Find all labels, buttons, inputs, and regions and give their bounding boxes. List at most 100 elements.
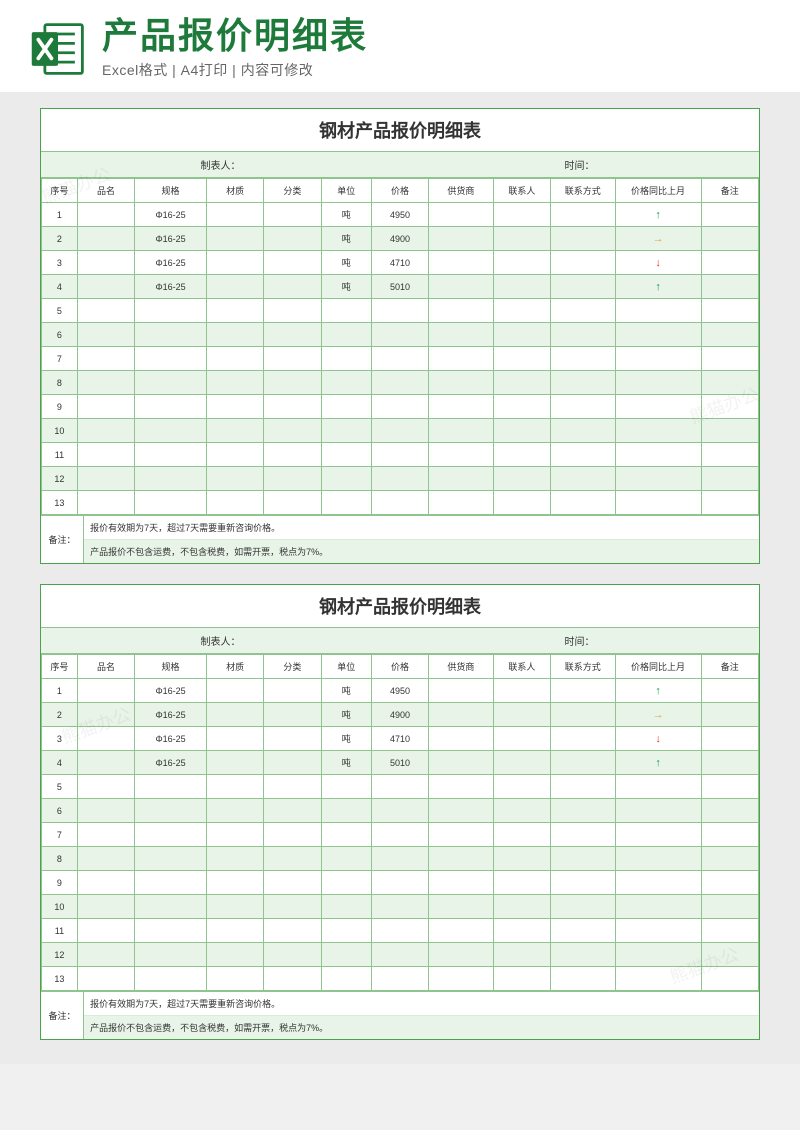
cell-spec	[135, 775, 207, 799]
cell-unit	[321, 775, 371, 799]
col-cat: 分类	[264, 179, 321, 203]
cell-trend: →	[615, 227, 701, 251]
cell-note	[701, 419, 758, 443]
cell-seq: 7	[42, 347, 78, 371]
cell-trend	[615, 371, 701, 395]
cell-cat	[264, 799, 321, 823]
col-seq: 序号	[42, 655, 78, 679]
notes-label: 备注：	[41, 516, 84, 563]
cell-phone	[551, 943, 616, 967]
cell-mat	[206, 491, 263, 515]
cell-trend	[615, 895, 701, 919]
cell-price: 4710	[371, 727, 428, 751]
cell-cat	[264, 967, 321, 991]
cell-cat	[264, 727, 321, 751]
cell-contact	[493, 799, 550, 823]
trend-up-icon: ↑	[655, 685, 661, 697]
cell-price: 4950	[371, 203, 428, 227]
cell-supp	[429, 847, 494, 871]
cell-supp	[429, 467, 494, 491]
col-unit: 单位	[321, 179, 371, 203]
cell-trend	[615, 919, 701, 943]
cell-unit	[321, 799, 371, 823]
cell-note	[701, 727, 758, 751]
col-spec: 规格	[135, 655, 207, 679]
quotation-sheet: 钢材产品报价明细表 制表人： 时间： 序号 品名 规格 材质 分类 单位 价格 …	[40, 584, 760, 1040]
table-row: 13	[42, 491, 759, 515]
cell-supp	[429, 727, 494, 751]
cell-unit	[321, 491, 371, 515]
cell-phone	[551, 775, 616, 799]
cell-contact	[493, 323, 550, 347]
cell-seq: 7	[42, 823, 78, 847]
cell-mat	[206, 323, 263, 347]
cell-cat	[264, 847, 321, 871]
col-price: 价格	[371, 179, 428, 203]
notes-section: 备注： 报价有效期为7天，超过7天需要重新咨询价格。产品报价不包含运费，不包含税…	[41, 515, 759, 563]
cell-spec	[135, 799, 207, 823]
table-row: 9	[42, 871, 759, 895]
cell-price	[371, 371, 428, 395]
cell-cat	[264, 775, 321, 799]
cell-phone	[551, 871, 616, 895]
table-row: 3 Φ16-25 吨 4710 ↓	[42, 251, 759, 275]
cell-supp	[429, 919, 494, 943]
excel-icon	[28, 19, 88, 79]
cell-contact	[493, 775, 550, 799]
cell-unit: 吨	[321, 227, 371, 251]
note-line: 产品报价不包含运费，不包含税费，如需开票，税点为7%。	[84, 1016, 759, 1039]
cell-contact	[493, 679, 550, 703]
cell-unit	[321, 967, 371, 991]
cell-phone	[551, 491, 616, 515]
cell-note	[701, 491, 758, 515]
cell-mat	[206, 395, 263, 419]
cell-seq: 12	[42, 943, 78, 967]
cell-supp	[429, 203, 494, 227]
cell-contact	[493, 871, 550, 895]
page-preview-area: 熊猫办公 熊猫办公 熊猫办公 熊猫办公 钢材产品报价明细表 制表人： 时间： 序…	[0, 92, 800, 1064]
cell-cat	[264, 251, 321, 275]
cell-mat	[206, 871, 263, 895]
cell-trend	[615, 775, 701, 799]
cell-unit	[321, 323, 371, 347]
cell-unit: 吨	[321, 251, 371, 275]
cell-mat	[206, 775, 263, 799]
cell-spec	[135, 967, 207, 991]
cell-name	[77, 227, 134, 251]
cell-mat	[206, 347, 263, 371]
cell-contact	[493, 443, 550, 467]
cell-name	[77, 347, 134, 371]
cell-name	[77, 871, 134, 895]
sub-print: A4打印	[181, 62, 228, 78]
cell-mat	[206, 967, 263, 991]
template-header: 产品报价明细表 Excel格式 | A4打印 | 内容可修改	[0, 0, 800, 92]
cell-supp	[429, 275, 494, 299]
cell-spec: Φ16-25	[135, 727, 207, 751]
cell-spec: Φ16-25	[135, 227, 207, 251]
table-row: 3 Φ16-25 吨 4710 ↓	[42, 727, 759, 751]
cell-price	[371, 347, 428, 371]
cell-price	[371, 443, 428, 467]
cell-price	[371, 775, 428, 799]
table-row: 8	[42, 371, 759, 395]
cell-supp	[429, 799, 494, 823]
cell-mat	[206, 467, 263, 491]
cell-price	[371, 299, 428, 323]
cell-phone	[551, 323, 616, 347]
cell-unit	[321, 419, 371, 443]
cell-supp	[429, 871, 494, 895]
cell-contact	[493, 943, 550, 967]
cell-contact	[493, 347, 550, 371]
col-supp: 供货商	[429, 655, 494, 679]
cell-spec	[135, 491, 207, 515]
cell-supp	[429, 967, 494, 991]
quotation-sheet: 钢材产品报价明细表 制表人： 时间： 序号 品名 规格 材质 分类 单位 价格 …	[40, 108, 760, 564]
table-row: 8	[42, 847, 759, 871]
cell-name	[77, 943, 134, 967]
cell-unit	[321, 847, 371, 871]
cell-note	[701, 703, 758, 727]
cell-mat	[206, 847, 263, 871]
cell-trend: ↓	[615, 251, 701, 275]
cell-price	[371, 323, 428, 347]
cell-price	[371, 395, 428, 419]
